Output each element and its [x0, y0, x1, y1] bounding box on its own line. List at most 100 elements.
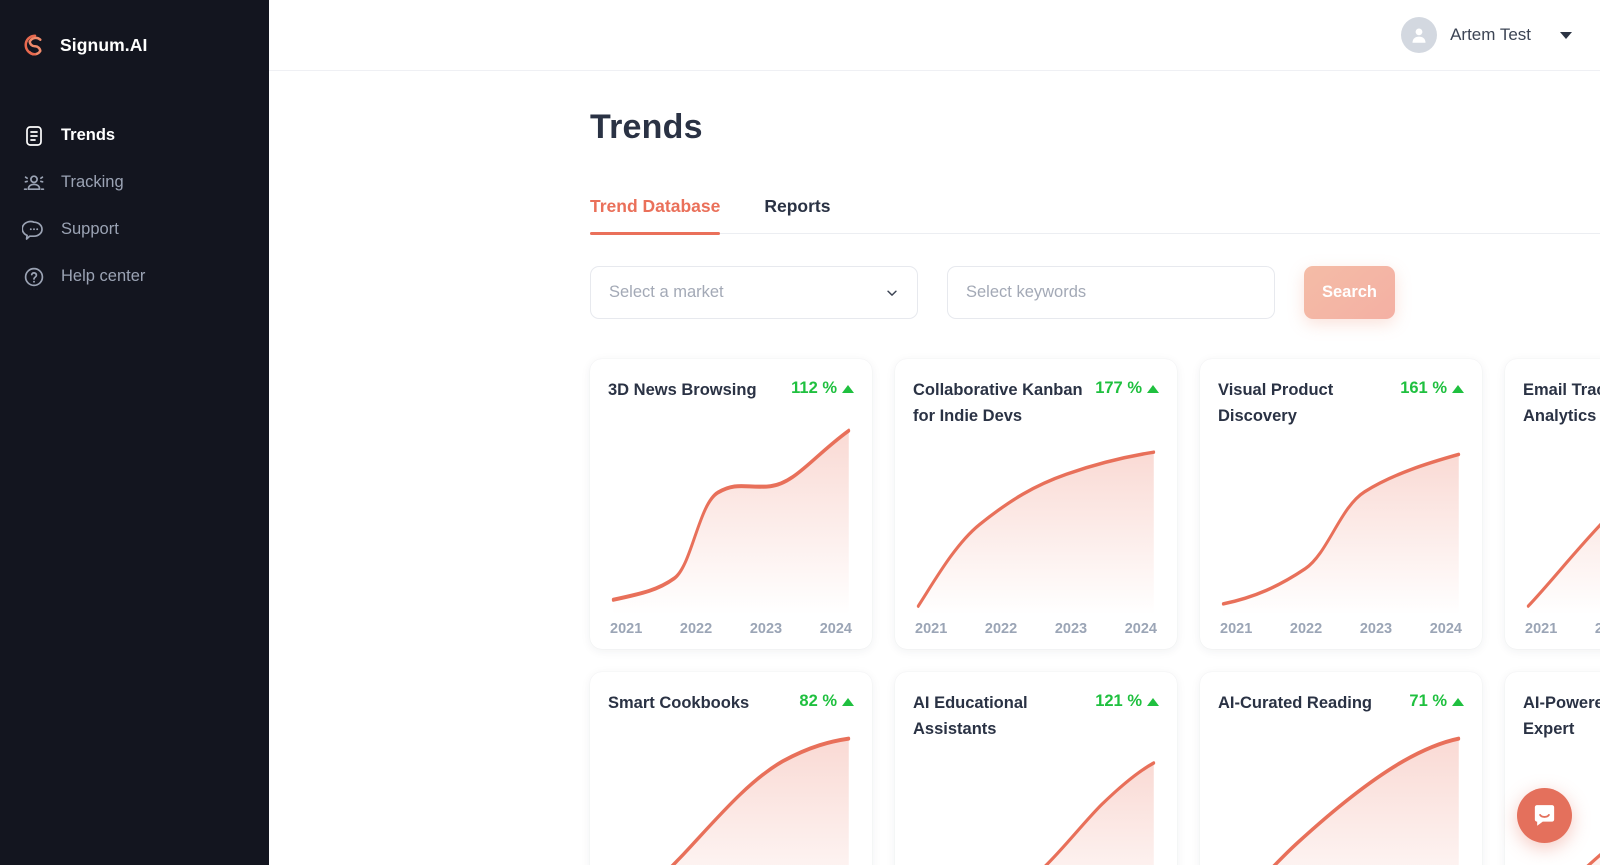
growth-metric: 177 % [1095, 377, 1159, 398]
sidebar-item-support[interactable]: Support [0, 206, 269, 253]
trend-card[interactable]: Smart Cookbooks 82 % [590, 672, 872, 865]
card-header: AI Educational Assistants 121 % [913, 690, 1159, 742]
trend-card[interactable]: AI-Curated Reading 71 % [1200, 672, 1482, 865]
area-chart-svg [608, 726, 854, 865]
app-root: Signum.AI Trends Tracking [0, 0, 1600, 865]
triangle-up-icon [1147, 698, 1159, 706]
user-avatar-icon [1408, 24, 1430, 46]
sidebar-nav: Trends Tracking Support [0, 112, 269, 300]
search-button[interactable]: Search [1304, 266, 1395, 319]
page-content: Trends Trend Database Reports Select a m… [269, 71, 1600, 865]
chart-area-fill [1223, 739, 1459, 865]
sparkline-chart [1218, 439, 1464, 615]
area-chart-svg [913, 439, 1159, 615]
growth-metric: 112 % [791, 377, 854, 398]
growth-value: 71 % [1409, 692, 1447, 711]
card-title: Collaborative Kanban for Indie Devs [913, 377, 1087, 429]
x-tick: 2023 [1055, 621, 1087, 637]
sparkline-chart [1218, 726, 1464, 865]
card-header: Visual Product Discovery 161 % [1218, 377, 1464, 429]
card-header: AI-Powered Codebase Expert 105 % [1523, 690, 1600, 742]
chevron-down-icon[interactable] [1560, 32, 1572, 39]
x-axis-labels: 2021 2022 2023 2024 [1218, 615, 1464, 637]
x-tick: 2024 [820, 621, 852, 637]
chart-area-fill [1528, 450, 1600, 615]
tab-bar: Trend Database Reports [590, 196, 1600, 234]
card-title: Visual Product Discovery [1218, 377, 1392, 429]
chevron-down-icon [885, 286, 899, 300]
x-tick: 2023 [750, 621, 782, 637]
area-chart-svg [1218, 439, 1464, 615]
chart-area-fill [918, 452, 1154, 615]
growth-metric: 121 % [1095, 690, 1159, 711]
card-title: 3D News Browsing [608, 377, 783, 403]
x-axis-labels: 2021 2022 2023 2024 [1523, 615, 1600, 637]
question-circle-icon [22, 265, 46, 289]
area-chart-svg [608, 413, 854, 615]
tab-reports[interactable]: Reports [764, 196, 830, 233]
sidebar-item-trends[interactable]: Trends [0, 112, 269, 159]
card-title: AI Educational Assistants [913, 690, 1087, 742]
sidebar-item-help-center[interactable]: Help center [0, 253, 269, 300]
market-select-placeholder: Select a market [609, 283, 724, 302]
growth-metric: 161 % [1400, 377, 1464, 398]
x-tick: 2022 [680, 621, 712, 637]
keywords-input[interactable]: Select keywords [947, 266, 1275, 319]
x-tick: 2023 [1360, 621, 1392, 637]
sidebar-item-label: Trends [61, 126, 115, 145]
area-chart-svg [1523, 439, 1600, 615]
card-title: AI-Curated Reading [1218, 690, 1401, 716]
x-tick: 2021 [1525, 621, 1557, 637]
triangle-up-icon [842, 385, 854, 393]
page-title: Trends [590, 108, 1600, 147]
document-list-icon [22, 124, 46, 148]
user-name: Artem Test [1450, 25, 1531, 45]
area-chart-svg [1218, 726, 1464, 865]
x-tick: 2022 [1595, 621, 1600, 637]
trend-card[interactable]: Visual Product Discovery 161 % [1200, 359, 1482, 649]
brand-name: Signum.AI [60, 35, 147, 56]
x-axis-labels: 2021 2022 2023 2024 [608, 615, 854, 637]
x-tick: 2024 [1125, 621, 1157, 637]
growth-value: 177 % [1095, 379, 1142, 398]
x-axis-labels: 2021 2022 2023 2024 [913, 615, 1159, 637]
signum-s-logo-icon [22, 32, 48, 58]
sparkline-chart [608, 726, 854, 865]
sparkline-chart [913, 439, 1159, 615]
sidebar: Signum.AI Trends Tracking [0, 0, 269, 865]
trend-card[interactable]: 3D News Browsing 112 % [590, 359, 872, 649]
trend-card-grid: 3D News Browsing 112 % [590, 359, 1600, 865]
sidebar-item-label: Help center [61, 267, 145, 286]
x-tick: 2021 [1220, 621, 1252, 637]
x-tick: 2021 [610, 621, 642, 637]
avatar [1401, 17, 1437, 53]
tab-trend-database[interactable]: Trend Database [590, 196, 720, 233]
user-menu[interactable]: Artem Test [1401, 17, 1572, 53]
x-tick: 2021 [915, 621, 947, 637]
card-header: Email Tracking and Analytics 132 % [1523, 377, 1600, 429]
chat-bubble-icon [22, 218, 46, 242]
keywords-input-placeholder: Select keywords [966, 283, 1086, 302]
x-tick: 2022 [1290, 621, 1322, 637]
sidebar-item-tracking[interactable]: Tracking [0, 159, 269, 206]
sparkline-chart [608, 413, 854, 615]
trend-card[interactable]: AI Educational Assistants 121 % [895, 672, 1177, 865]
card-title: Email Tracking and Analytics [1523, 377, 1600, 429]
market-select[interactable]: Select a market [590, 266, 918, 319]
brand[interactable]: Signum.AI [0, 18, 269, 68]
x-tick: 2022 [985, 621, 1017, 637]
chart-area-fill [918, 763, 1154, 865]
trend-card[interactable]: Email Tracking and Analytics 132 % [1505, 359, 1600, 649]
card-header: 3D News Browsing 112 % [608, 377, 854, 403]
trend-card[interactable]: Collaborative Kanban for Indie Devs 177 … [895, 359, 1177, 649]
growth-metric: 71 % [1409, 690, 1464, 711]
chart-area-fill [1223, 455, 1459, 615]
card-header: Collaborative Kanban for Indie Devs 177 … [913, 377, 1159, 429]
x-tick: 2024 [1430, 621, 1462, 637]
chat-launcher-button[interactable] [1517, 788, 1572, 843]
growth-value: 121 % [1095, 692, 1142, 711]
triangle-up-icon [1147, 385, 1159, 393]
sidebar-item-label: Support [61, 220, 119, 239]
sidebar-item-label: Tracking [61, 173, 124, 192]
growth-value: 82 % [799, 692, 837, 711]
